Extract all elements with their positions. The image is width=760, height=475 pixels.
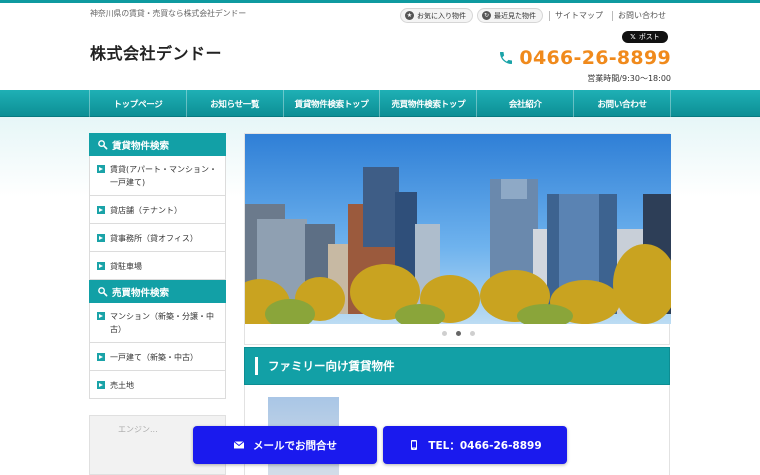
favorites-button[interactable]: ★ お気に入り物件	[400, 8, 473, 23]
nav-item-company[interactable]: 会社紹介	[477, 90, 575, 117]
x-icon: 𝕏	[630, 33, 636, 41]
company-logo[interactable]: 株式会社デンドー	[90, 40, 222, 64]
star-icon: ★	[405, 11, 414, 20]
nav-item-news[interactable]: お知らせ一覧	[187, 90, 284, 117]
recent-label: 最近見た物件	[494, 11, 536, 20]
nav-item-contact[interactable]: お問い合わせ	[574, 90, 671, 117]
nav-item-top[interactable]: トップページ	[90, 90, 187, 117]
rental-heading-label: 賃貸物件検索	[112, 140, 170, 152]
city-skyline-image	[245, 134, 671, 324]
sidebar-item-label: 一戸建て（新築・中古）	[110, 353, 198, 362]
business-hours: 営業時間/9:30〜18:00	[587, 74, 671, 83]
top-links: ★ お気に入り物件 ↻ 最近見た物件 サイトマップ お問い合わせ	[400, 8, 671, 23]
nav-item-sale-search[interactable]: 売買物件検索トップ	[380, 90, 478, 117]
search-icon	[98, 140, 108, 150]
contact-link[interactable]: お問い合わせ	[612, 10, 671, 21]
sidebar-item-sale-land[interactable]: 売土地	[89, 371, 226, 399]
slider-dots	[245, 331, 671, 336]
mail-icon	[233, 441, 245, 449]
arrow-right-icon	[97, 312, 105, 320]
header-phone[interactable]: 0466-26-8899	[498, 47, 671, 69]
sidebar-item-label: 賃貸(アパート・マンション・一戸建て)	[110, 165, 217, 187]
slider-dot-3[interactable]	[469, 331, 475, 336]
sidebar-item-label: 売土地	[110, 381, 134, 390]
sidebar-item-sale-house[interactable]: 一戸建て（新築・中古）	[89, 343, 226, 371]
site-tagline: 神奈川県の賃貸・売買なら株式会社デンドー	[90, 9, 246, 18]
slider-dot-1[interactable]	[441, 331, 447, 336]
sidebar-item-label: マンション（新築・分譲・中古）	[110, 312, 214, 334]
recent-button[interactable]: ↻ 最近見た物件	[477, 8, 543, 23]
sidebar-item-label: 貸店舗（テナント）	[110, 206, 182, 215]
rental-search-heading: 賃貸物件検索	[89, 133, 226, 156]
mail-inquiry-button[interactable]: メールでお問合せ	[193, 426, 377, 464]
arrow-right-icon	[97, 381, 105, 389]
sitemap-link[interactable]: サイトマップ	[549, 10, 608, 21]
arrow-right-icon	[97, 206, 105, 214]
global-nav: トップページ お知らせ一覧 賃貸物件検索トップ 売買物件検索トップ 会社紹介 お…	[0, 90, 760, 117]
hero-slider[interactable]	[244, 133, 671, 345]
x-post-button[interactable]: 𝕏 ポスト	[622, 31, 668, 43]
arrow-right-icon	[97, 262, 105, 270]
tel-button[interactable]: TEL：0466-26-8899	[383, 426, 567, 464]
top-accent-line	[0, 0, 760, 3]
phone-number: 0466-26-8899	[519, 47, 671, 69]
nav-item-rental-search[interactable]: 賃貸物件検索トップ	[284, 90, 381, 117]
sidebar-item-rental-residential[interactable]: 賃貸(アパート・マンション・一戸建て)	[89, 156, 226, 196]
sidebar: 賃貸物件検索 賃貸(アパート・マンション・一戸建て) 貸店舗（テナント） 貸事務…	[89, 133, 226, 399]
phone-icon	[500, 52, 513, 64]
favorites-label: お気に入り物件	[417, 11, 466, 20]
sidebar-item-rental-store[interactable]: 貸店舗（テナント）	[89, 196, 226, 224]
search-icon	[98, 287, 108, 297]
sale-heading-label: 売買物件検索	[112, 287, 170, 299]
tel-label: TEL：0466-26-8899	[428, 439, 542, 452]
sidebar-item-rental-office[interactable]: 貸事務所（貸オフィス）	[89, 224, 226, 252]
sidebar-item-label: 貸駐車場	[110, 262, 142, 271]
arrow-right-icon	[97, 234, 105, 242]
arrow-right-icon	[97, 165, 105, 173]
sale-search-heading: 売買物件検索	[89, 280, 226, 303]
post-label: ポスト	[638, 33, 660, 41]
family-rental-section-heading: ファミリー向け賃貸物件	[244, 347, 670, 385]
heading-accent-bar	[255, 357, 258, 375]
sidebar-item-sale-mansion[interactable]: マンション（新築・分譲・中古）	[89, 303, 226, 343]
history-icon: ↻	[482, 11, 491, 20]
smartphone-icon	[411, 440, 418, 450]
arrow-right-icon	[97, 353, 105, 361]
slider-dot-2[interactable]	[455, 331, 461, 336]
section-title: ファミリー向け賃貸物件	[268, 359, 395, 373]
sidebar-item-rental-parking[interactable]: 貸駐車場	[89, 252, 226, 280]
sidebar-item-label: 貸事務所（貸オフィス）	[110, 234, 198, 243]
mail-inquiry-label: メールでお問合せ	[253, 439, 337, 452]
